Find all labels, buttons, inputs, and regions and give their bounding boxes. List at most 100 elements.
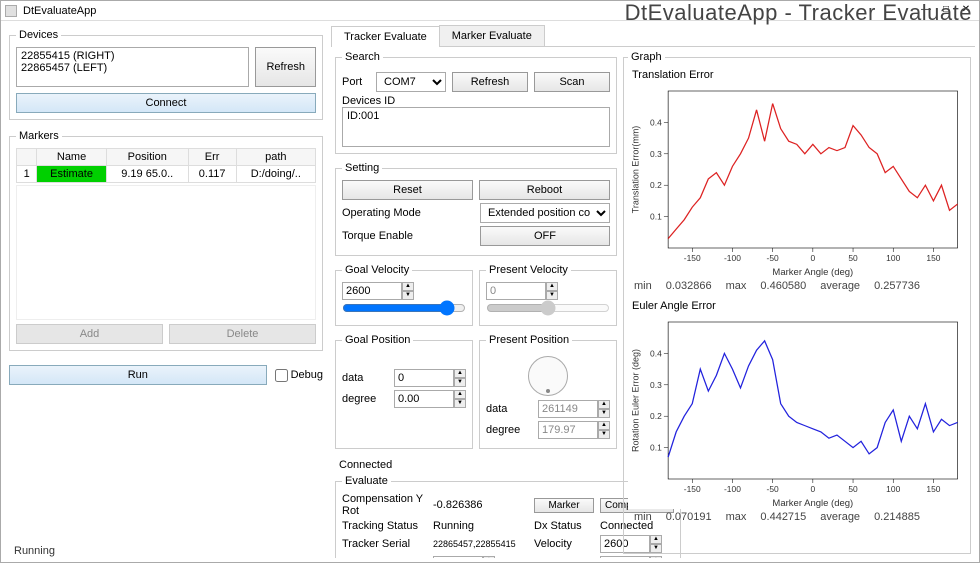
present-vel-value: [486, 282, 546, 300]
svg-text:100: 100: [886, 485, 901, 494]
refresh-button[interactable]: Refresh: [255, 47, 316, 87]
reset-button[interactable]: Reset: [342, 180, 473, 200]
col-idx: [17, 149, 37, 166]
spin-up-icon[interactable]: ▲: [454, 369, 466, 378]
graph-group: Graph Translation Error -150-100-5005010…: [623, 51, 971, 554]
svg-text:Rotation Euler Error (deg): Rotation Euler Error (deg): [630, 349, 640, 452]
setting-group: Setting Reset Reboot Operating Mode Exte…: [335, 162, 617, 256]
col-position: Position: [106, 149, 188, 166]
goal-data-input[interactable]: [394, 369, 454, 387]
track-status-label: Tracking Status: [342, 520, 427, 532]
svg-text:150: 150: [926, 485, 941, 494]
present-vel-slider: [486, 300, 610, 316]
present-vel-legend: Present Velocity: [486, 264, 571, 276]
start-deg-input[interactable]: [433, 556, 483, 558]
op-mode-select[interactable]: Extended position control: [480, 203, 610, 223]
spin-up-icon[interactable]: ▲: [454, 390, 466, 399]
spin-up-icon[interactable]: ▲: [650, 556, 662, 558]
devices-list[interactable]: 22855415 (RIGHT) 22865457 (LEFT): [16, 47, 249, 87]
cell-name[interactable]: Estimate: [37, 166, 107, 183]
goal-pos-legend: Goal Position: [342, 334, 413, 346]
torque-toggle[interactable]: OFF: [480, 226, 610, 246]
spin-up-icon: ▲: [546, 282, 558, 291]
present-data-label: data: [486, 403, 534, 415]
scan-button[interactable]: Scan: [534, 72, 610, 92]
chart1-title: Translation Error: [632, 69, 966, 81]
marker-button[interactable]: Marker: [534, 498, 594, 513]
spin-down-icon[interactable]: ▼: [454, 399, 466, 408]
app-icon: [5, 5, 17, 17]
max-value: 0.442715: [760, 511, 806, 523]
device-item[interactable]: 22865457 (LEFT): [21, 62, 244, 74]
cell-err: 0.117: [188, 166, 236, 183]
svg-text:-50: -50: [767, 485, 780, 494]
port-select[interactable]: COM7: [376, 72, 446, 92]
euler-chart: -150-100-500501001500.10.20.30.4Marker A…: [628, 314, 966, 509]
spin-up-icon: ▲: [598, 421, 610, 430]
goal-data-label: data: [342, 372, 390, 384]
svg-text:0.2: 0.2: [650, 412, 662, 421]
goal-vel-input[interactable]: [342, 282, 402, 300]
add-button[interactable]: Add: [16, 324, 163, 344]
goal-vel-legend: Goal Velocity: [342, 264, 412, 276]
spin-down-icon: ▼: [598, 430, 610, 439]
titlebar[interactable]: DtEvaluateApp — □ ✕: [1, 1, 979, 21]
spin-down-icon[interactable]: ▼: [454, 378, 466, 387]
svg-text:-50: -50: [767, 254, 780, 263]
device-id-item[interactable]: ID:001: [347, 110, 605, 122]
delete-button[interactable]: Delete: [169, 324, 316, 344]
devices-legend: Devices: [16, 29, 61, 41]
close-icon[interactable]: ✕: [957, 4, 975, 18]
translation-chart: -150-100-500501001500.10.20.30.4Marker A…: [628, 83, 966, 278]
window-title: DtEvaluateApp: [23, 5, 917, 17]
svg-text:50: 50: [848, 485, 858, 494]
search-legend: Search: [342, 51, 383, 63]
position-dial: [528, 356, 568, 396]
connection-status: Connected: [335, 457, 617, 473]
connect-button[interactable]: Connect: [16, 93, 316, 113]
chart1-stats: min0.032866 max0.460580 average0.257736: [628, 278, 966, 294]
maximize-icon[interactable]: □: [937, 4, 955, 18]
max-label: max: [726, 280, 747, 292]
svg-text:0.1: 0.1: [650, 213, 662, 222]
min-value: 0.032866: [666, 280, 712, 292]
run-button[interactable]: Run: [9, 365, 267, 385]
end-deg-input[interactable]: [600, 556, 650, 558]
comp-value: -0.826386: [433, 499, 528, 511]
spin-up-icon[interactable]: ▲: [402, 282, 414, 291]
svg-text:100: 100: [886, 254, 901, 263]
present-data-value: [538, 400, 598, 418]
avg-label: average: [820, 511, 860, 523]
tab-tracker-evaluate[interactable]: Tracker Evaluate: [331, 26, 440, 47]
goal-vel-slider[interactable]: [342, 300, 466, 316]
spin-down-icon: ▼: [598, 409, 610, 418]
spin-up-icon[interactable]: ▲: [483, 556, 495, 558]
avg-value: 0.214885: [874, 511, 920, 523]
min-label: min: [634, 280, 652, 292]
table-row[interactable]: 1 Estimate 9.19 65.0.. 0.117 D:/doing/..: [17, 166, 316, 183]
torque-label: Torque Enable: [342, 230, 476, 242]
debug-checkbox-wrap[interactable]: Debug: [275, 369, 323, 382]
svg-text:50: 50: [848, 254, 858, 263]
markers-group: Markers Name Position Err path 1 Estimat…: [9, 130, 323, 351]
markers-table[interactable]: Name Position Err path 1 Estimate 9.19 6…: [16, 148, 316, 183]
search-refresh-button[interactable]: Refresh: [452, 72, 528, 92]
spin-down-icon[interactable]: ▼: [402, 291, 414, 300]
devices-id-label: Devices ID: [342, 95, 610, 107]
min-label: min: [634, 511, 652, 523]
op-mode-label: Operating Mode: [342, 207, 476, 219]
svg-text:0.3: 0.3: [650, 381, 662, 390]
device-item[interactable]: 22855415 (RIGHT): [21, 50, 244, 62]
minimize-icon[interactable]: —: [917, 4, 935, 18]
max-value: 0.460580: [760, 280, 806, 292]
debug-checkbox[interactable]: [275, 369, 288, 382]
goal-deg-input[interactable]: [394, 390, 454, 408]
present-position-group: Present Position data ▲▼ degree ▲▼: [479, 334, 617, 449]
tab-marker-evaluate[interactable]: Marker Evaluate: [439, 25, 545, 46]
reboot-button[interactable]: Reboot: [479, 180, 610, 200]
devices-id-list[interactable]: ID:001: [342, 107, 610, 147]
svg-text:-150: -150: [684, 485, 701, 494]
cell-idx: 1: [17, 166, 37, 183]
markers-blank: [16, 185, 316, 320]
col-path: path: [236, 149, 315, 166]
